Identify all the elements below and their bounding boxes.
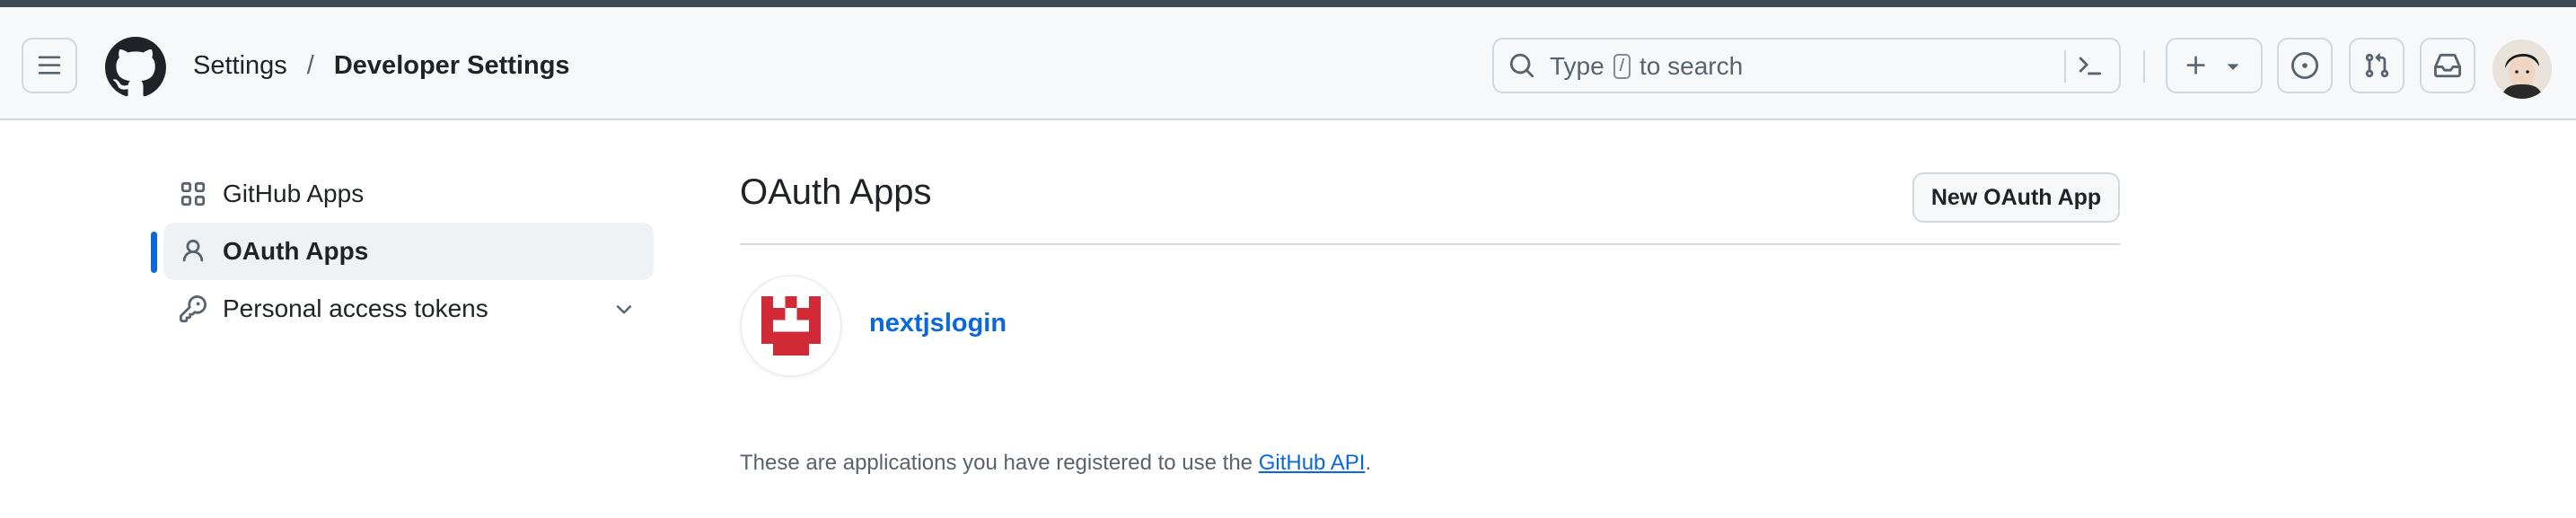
sidebar-item-label: OAuth Apps — [223, 237, 369, 265]
breadcrumb-current[interactable]: Developer Settings — [334, 51, 570, 81]
list-item: nextjslogin — [740, 277, 1368, 379]
active-indicator — [151, 232, 157, 273]
create-new-button[interactable] — [2166, 38, 2263, 93]
new-oauth-app-button[interactable]: New OAuth App — [1912, 172, 2120, 223]
key-icon — [180, 295, 207, 322]
search-placeholder-prefix: Type — [1550, 52, 1605, 80]
search-input[interactable]: Type / to search — [1492, 38, 2121, 93]
github-api-link[interactable]: GitHub API — [1259, 451, 1366, 475]
sidebar-item-github-apps[interactable]: GitHub Apps — [163, 165, 654, 223]
sidebar-item-personal-access-tokens[interactable]: Personal access tokens — [163, 280, 654, 338]
chevron-down-icon[interactable] — [612, 298, 636, 321]
search-placeholder-suffix: to search — [1639, 52, 1744, 80]
menu-button[interactable] — [22, 38, 77, 93]
search-shortcut-key: / — [1613, 54, 1631, 79]
footer-period: . — [1365, 451, 1372, 475]
page-title: OAuth Apps — [740, 172, 932, 212]
breadcrumb-settings-link[interactable]: Settings — [193, 51, 287, 81]
breadcrumb: Settings / Developer Settings — [193, 47, 570, 84]
identicon-icon — [761, 296, 821, 356]
search-icon — [1509, 53, 1534, 78]
sidebar-item-label: Personal access tokens — [223, 294, 488, 322]
hamburger-icon — [38, 56, 61, 75]
search-divider — [2064, 50, 2066, 83]
inbox-button[interactable] — [2420, 38, 2475, 93]
plus-icon — [2186, 56, 2205, 75]
user-portrait-icon — [2492, 40, 2552, 99]
app-name-link[interactable]: nextjslogin — [869, 309, 1007, 338]
header-separator — [2143, 50, 2145, 83]
user-avatar[interactable] — [2492, 40, 2552, 99]
sidebar-item-oauth-apps[interactable]: OAuth Apps — [151, 223, 654, 280]
pull-requests-button[interactable] — [2349, 38, 2405, 93]
window-top-strip — [0, 0, 2576, 7]
issue-opened-icon — [2291, 52, 2318, 79]
apps-grid-icon — [180, 181, 206, 206]
global-header: Settings / Developer Settings Type / to … — [0, 7, 2576, 120]
inbox-icon — [2434, 53, 2461, 78]
settings-sidebar: GitHub Apps OAuth Apps Personal access t… — [151, 165, 654, 338]
app-avatar[interactable] — [742, 277, 840, 375]
command-palette-icon[interactable] — [2076, 52, 2103, 79]
title-divider — [740, 243, 2120, 245]
breadcrumb-separator: / — [306, 50, 314, 80]
footer-text: These are applications you have register… — [740, 451, 1253, 475]
footer-note: These are applications you have register… — [740, 451, 1371, 476]
search-placeholder: Type / to search — [1550, 52, 1743, 81]
triangle-down-icon — [2228, 64, 2238, 70]
git-pull-request-icon — [2365, 53, 2389, 78]
github-logo-icon[interactable] — [105, 37, 166, 98]
sidebar-item-label: GitHub Apps — [223, 180, 365, 207]
person-icon — [182, 239, 204, 262]
issues-button[interactable] — [2277, 38, 2333, 93]
